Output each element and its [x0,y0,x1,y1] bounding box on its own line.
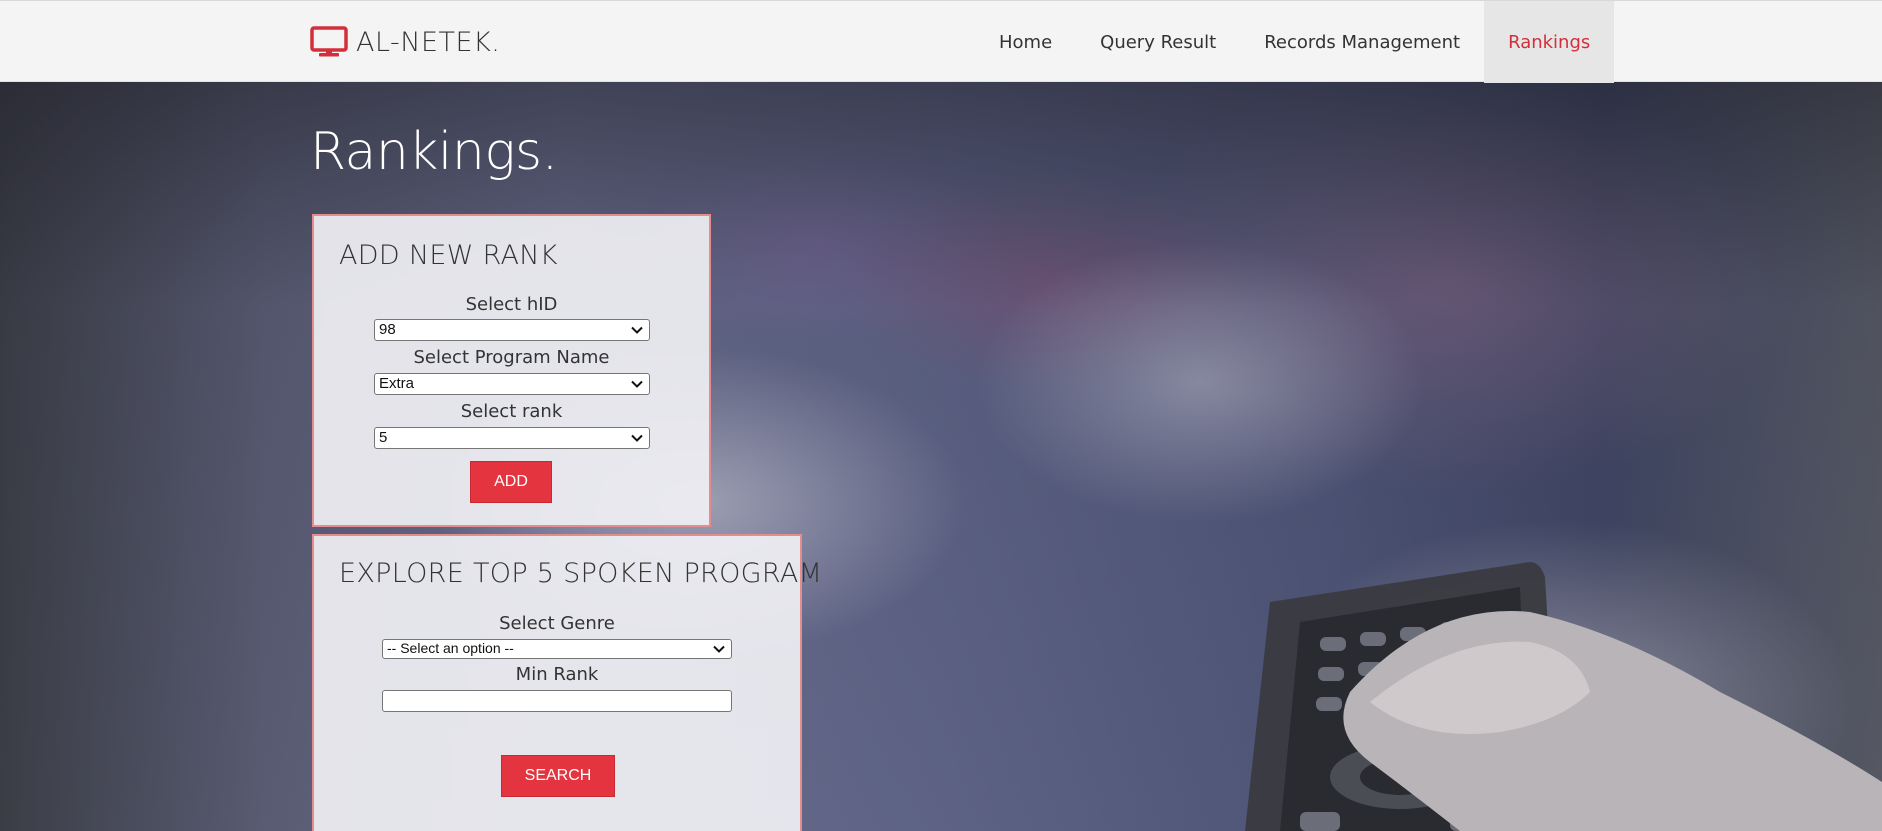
program-select-value: Extra [379,375,415,392]
rank-select[interactable]: 5 [374,427,650,449]
explore-heading: EXPLORE TOP 5 SPOKEN PROGRAM [339,558,823,589]
nav-query-result[interactable]: Query Result [1076,1,1240,83]
nav-rankings[interactable]: Rankings [1484,1,1615,83]
nav-home[interactable]: Home [975,1,1076,83]
program-select[interactable]: Extra [374,373,650,395]
chevron-down-icon [713,645,725,653]
nav-links: Home Query Result Records Management Ran… [975,1,1615,83]
hid-select-value: 98 [379,321,396,338]
rank-select-value: 5 [379,429,388,446]
genre-label: Select Genre [499,613,615,634]
chevron-down-icon [631,326,643,334]
brand-logo[interactable]: AL-NETEK. [310,25,500,59]
chevron-down-icon [631,434,643,442]
rank-label: Select rank [460,401,563,422]
chevron-down-icon [631,380,643,388]
add-rank-heading: ADD NEW RANK [339,240,558,271]
genre-select-value: -- Select an option -- [387,640,514,656]
explore-panel: EXPLORE TOP 5 SPOKEN PROGRAM Select Genr… [312,534,822,831]
add-rank-panel: ADD NEW RANK Select hID 98 Select Progra… [312,214,711,527]
search-button[interactable]: SEARCH [501,755,615,797]
monitor-icon [310,26,348,57]
add-button[interactable]: ADD [470,461,552,503]
min-rank-label: Min Rank [515,664,599,685]
navbar: AL-NETEK. Home Query Result Records Mana… [0,0,1882,83]
nav-records-management[interactable]: Records Management [1240,1,1484,83]
remote-control-image [1245,562,1882,831]
program-label: Select Program Name [413,347,610,368]
hero-background [0,82,1882,831]
hid-label: Select hID [465,294,558,315]
page-title: Rankings. [310,122,558,182]
genre-select[interactable]: -- Select an option -- [382,639,732,659]
min-rank-input[interactable] [382,690,732,712]
brand-name: AL-NETEK. [356,26,501,58]
hid-select[interactable]: 98 [374,319,650,341]
